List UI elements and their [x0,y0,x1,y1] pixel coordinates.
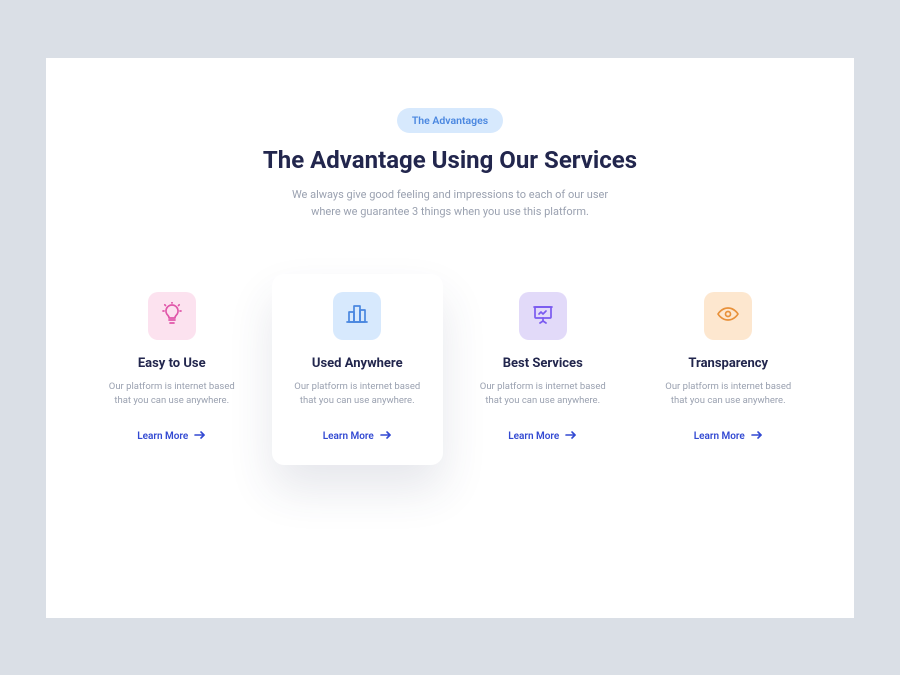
icon-tile [148,292,196,340]
card-desc: Our platform is internet based that you … [653,380,805,409]
arrow-right-icon [194,430,206,443]
section-title: The Advantage Using Our Services [86,146,814,174]
lightbulb-icon [160,302,184,330]
arrow-right-icon [380,430,392,443]
cards-grid: Easy to Use Our platform is internet bas… [86,274,814,466]
presentation-icon [531,302,555,330]
learn-more-link[interactable]: Learn More [323,430,392,443]
card-best-services: Best Services Our platform is internet b… [457,274,629,466]
icon-tile [333,292,381,340]
card-title: Used Anywhere [282,356,434,371]
card-easy-to-use: Easy to Use Our platform is internet bas… [86,274,258,466]
card-used-anywhere: Used Anywhere Our platform is internet b… [272,274,444,466]
learn-more-link[interactable]: Learn More [694,430,763,443]
icon-tile [519,292,567,340]
icon-tile [704,292,752,340]
buildings-icon [345,302,369,330]
advantages-section: The Advantages The Advantage Using Our S… [46,58,854,618]
card-desc: Our platform is internet based that you … [467,380,619,409]
learn-more-link[interactable]: Learn More [137,430,206,443]
card-desc: Our platform is internet based that you … [96,380,248,409]
card-desc: Our platform is internet based that you … [282,380,434,409]
learn-more-link[interactable]: Learn More [508,430,577,443]
card-transparency: Transparency Our platform is internet ba… [643,274,815,466]
eye-icon [716,302,740,330]
section-subtitle: We always give good feeling and impressi… [275,186,625,220]
section-header: The Advantages The Advantage Using Our S… [86,108,814,220]
arrow-right-icon [565,430,577,443]
card-title: Easy to Use [96,356,248,371]
arrow-right-icon [751,430,763,443]
card-title: Best Services [467,356,619,371]
section-pill: The Advantages [397,108,503,133]
card-title: Transparency [653,356,805,371]
